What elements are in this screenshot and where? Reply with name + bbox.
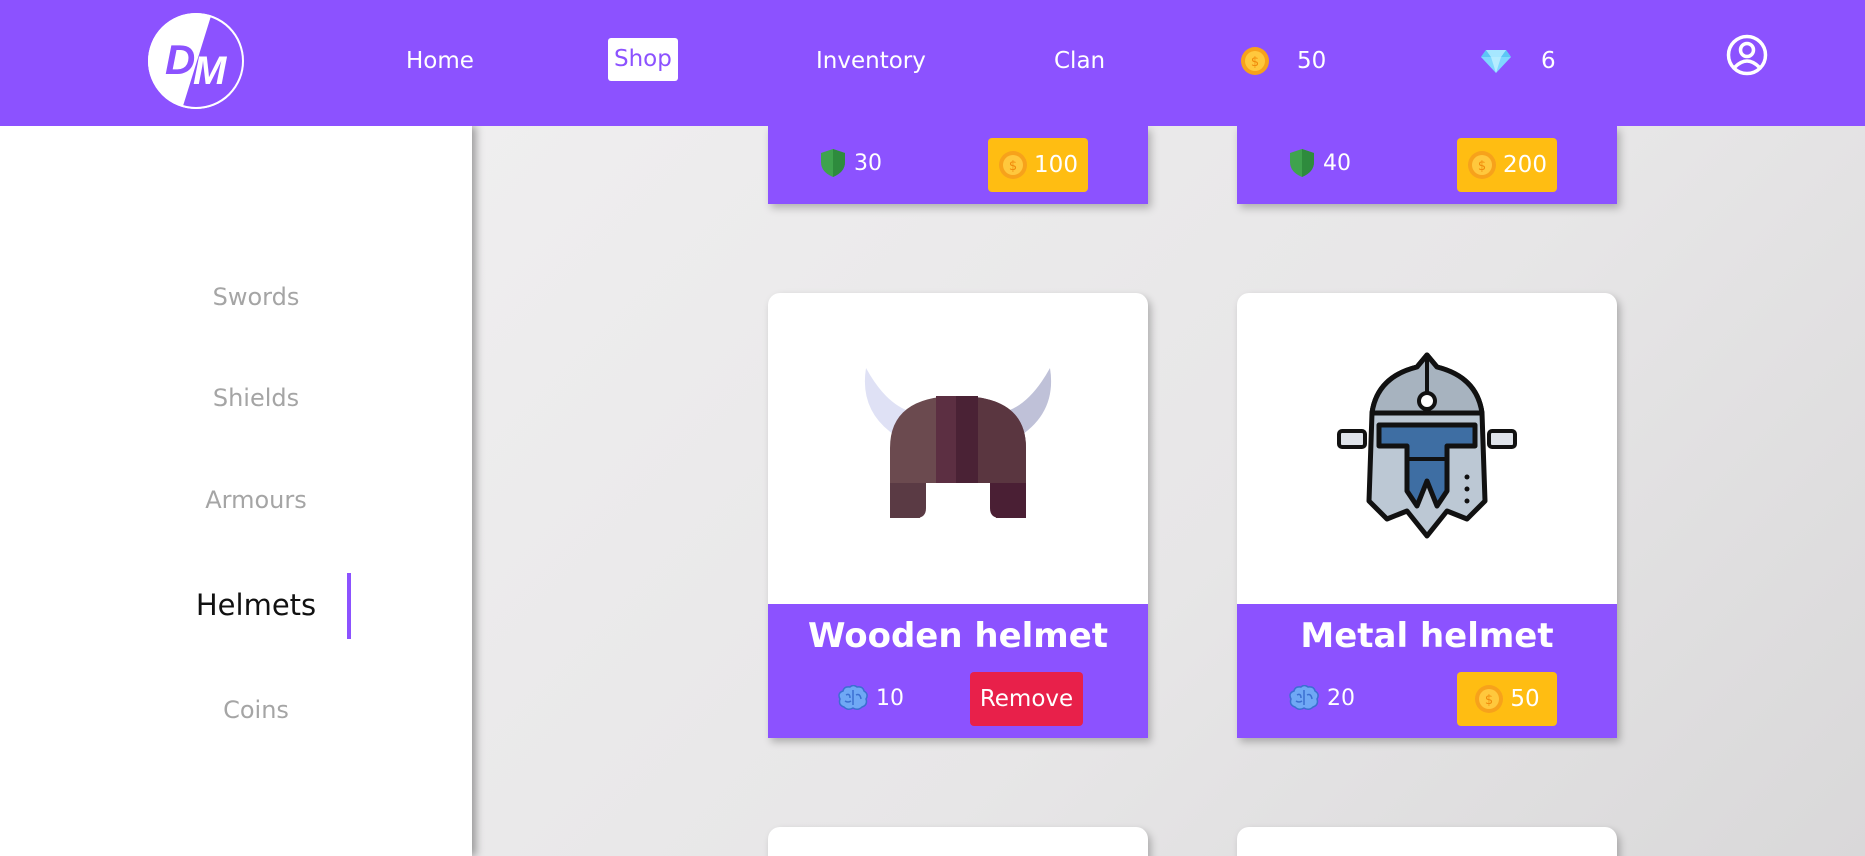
svg-text:D: D (165, 36, 195, 83)
item-card-partial (1237, 827, 1617, 856)
top-navbar: D M Home Shop Inventory Clan $ 50 6 (0, 0, 1865, 126)
coin-balance: $ 50 (1240, 43, 1326, 79)
nav-inventory[interactable]: Inventory (810, 43, 932, 79)
intelligence-stat: 10 (838, 685, 904, 711)
svg-text:$: $ (1478, 159, 1486, 174)
user-profile-icon[interactable] (1726, 34, 1768, 76)
gem-count: 6 (1541, 48, 1556, 74)
buy-button[interactable]: $ 50 (1457, 672, 1557, 726)
price-value: 50 (1510, 686, 1540, 712)
defense-stat: 40 (1289, 148, 1351, 178)
svg-text:M: M (193, 49, 228, 93)
defense-value: 40 (1323, 150, 1351, 176)
intelligence-stat: 20 (1289, 685, 1355, 711)
dm-logo[interactable]: D M (143, 12, 249, 110)
price-value: 200 (1503, 152, 1547, 178)
svg-text:$: $ (1485, 693, 1493, 708)
item-title: Wooden helmet (807, 616, 1109, 656)
svg-text:$: $ (1009, 159, 1017, 174)
buy-button[interactable]: $ 200 (1457, 138, 1557, 192)
buy-button[interactable]: $ 100 (988, 138, 1088, 192)
sidebar-item-swords[interactable]: Swords (0, 283, 512, 311)
sidebar-item-armours[interactable]: Armours (0, 486, 512, 514)
diamond-icon (1481, 50, 1511, 73)
shield-icon (821, 149, 845, 177)
coin-icon: $ (1241, 47, 1269, 75)
coin-icon: $ (1468, 151, 1497, 179)
shield-card-1: 30 $ 100 (768, 126, 1148, 204)
card-footer: Metal helmet 20 $ 50 (1237, 604, 1617, 738)
active-category-indicator (347, 573, 351, 639)
item-card-wooden-helmet: Wooden helmet 10 Remove (768, 293, 1148, 738)
item-card-metal-helmet: Metal helmet 20 $ 50 (1237, 293, 1617, 738)
intelligence-value: 20 (1327, 685, 1355, 711)
price-value: 100 (1034, 152, 1078, 178)
sidebar-item-helmets[interactable]: Helmets (0, 588, 512, 622)
coin-count: 50 (1297, 48, 1327, 74)
shop-item-grid: 30 $ 100 40 $ 200 Wooden helmet 10 Remov… (472, 126, 1865, 856)
coin-icon: $ (1475, 685, 1504, 713)
item-title: Metal helmet (1300, 616, 1554, 656)
nav-home[interactable]: Home (400, 43, 480, 79)
shield-card-2: 40 $ 200 (1237, 126, 1617, 204)
coin-icon: $ (999, 151, 1028, 179)
intelligence-value: 10 (876, 685, 904, 711)
brain-icon (838, 685, 868, 711)
viking-helmet-icon (864, 368, 1052, 518)
nav-clan[interactable]: Clan (1048, 43, 1111, 79)
card-footer: Wooden helmet 10 Remove (768, 604, 1148, 738)
item-card-partial (768, 827, 1148, 856)
sidebar-item-shields[interactable]: Shields (0, 384, 512, 412)
shield-icon (1290, 149, 1314, 177)
defense-value: 30 (854, 150, 882, 176)
category-sidebar: Swords Shields Armours Helmets Coins (0, 126, 472, 856)
nav-shop[interactable]: Shop (608, 38, 678, 81)
remove-button[interactable]: Remove (970, 672, 1083, 726)
defense-stat: 30 (820, 148, 882, 178)
sidebar-item-coins[interactable]: Coins (0, 696, 512, 724)
svg-text:$: $ (1251, 55, 1259, 70)
brain-icon (1289, 685, 1319, 711)
knight-helmet-icon (1337, 352, 1517, 539)
gem-balance: 6 (1480, 43, 1556, 79)
